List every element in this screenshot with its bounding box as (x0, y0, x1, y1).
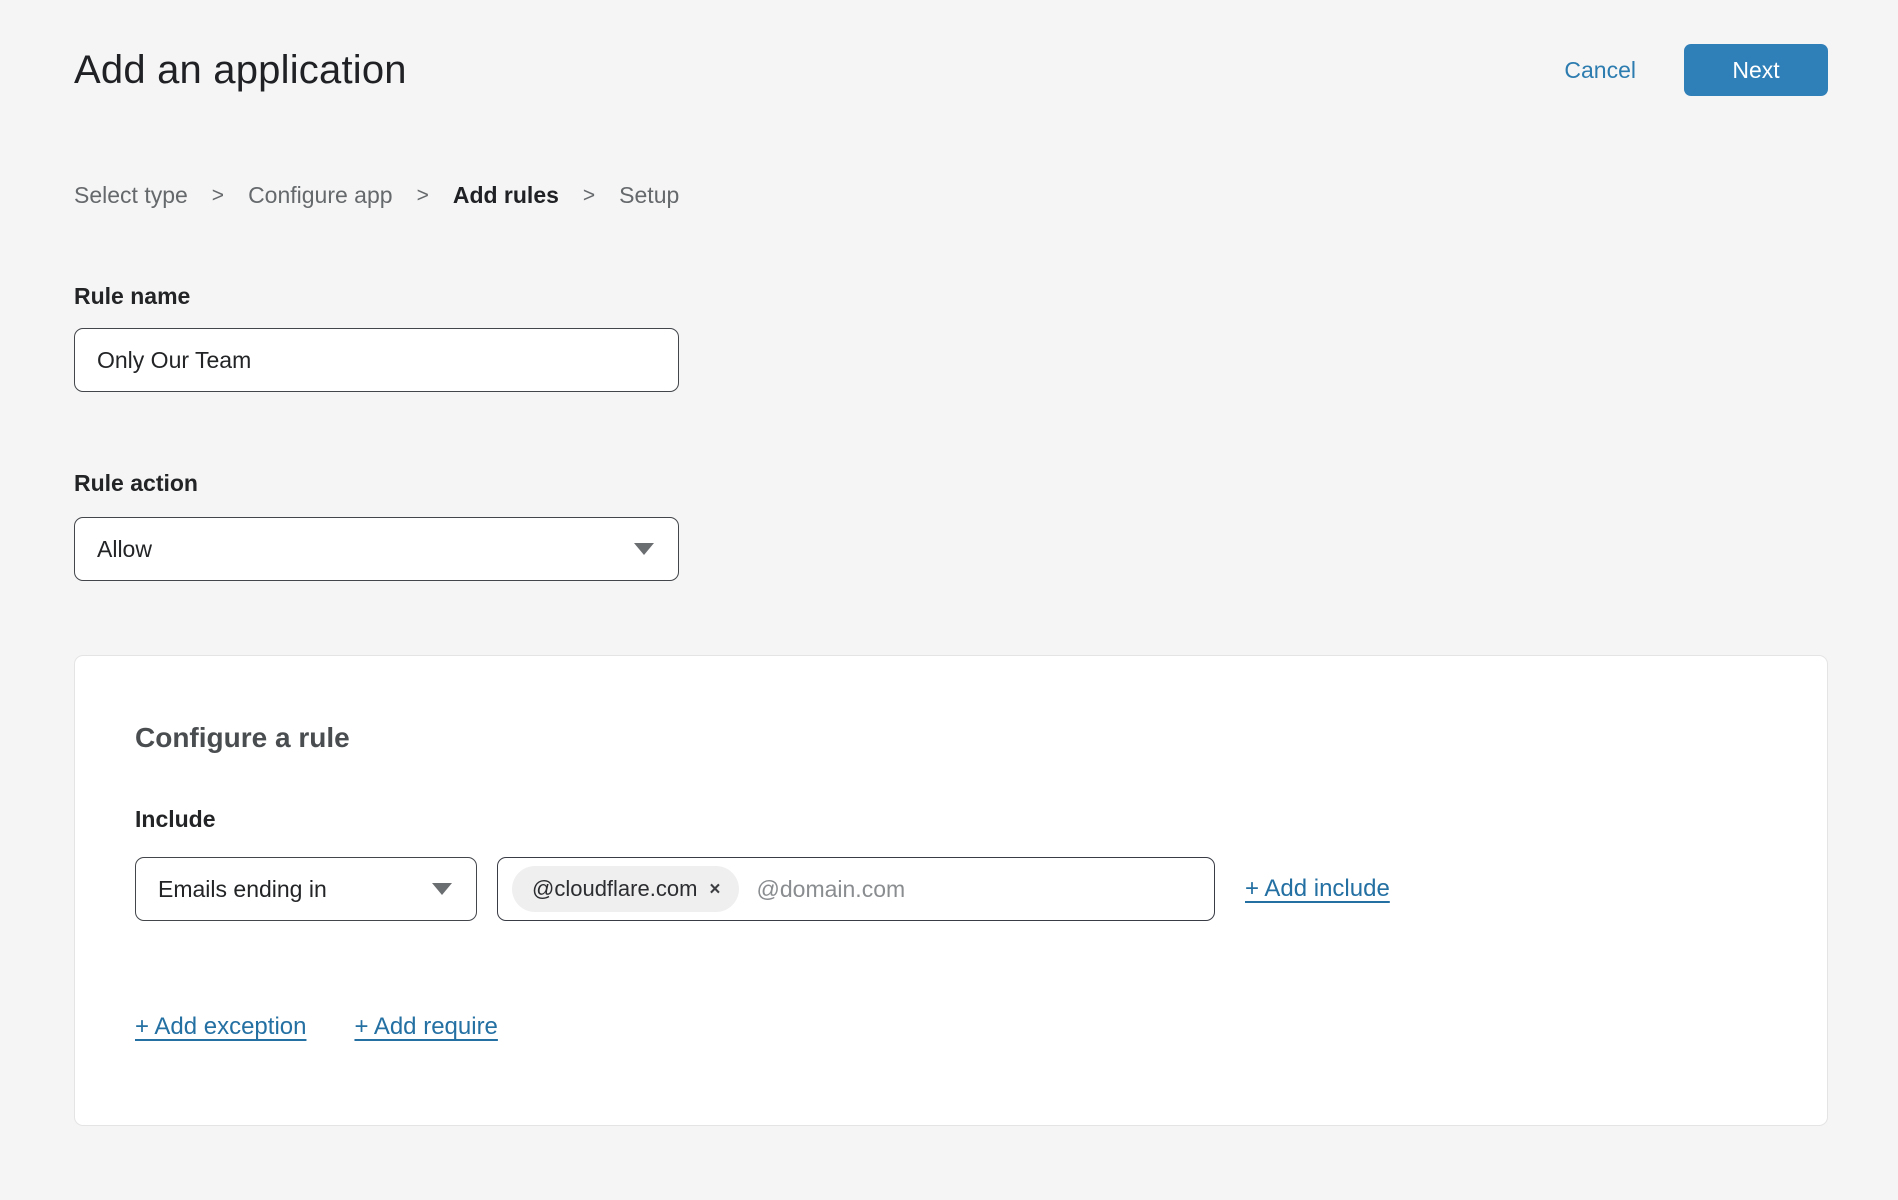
rule-action-field: Rule action Allow (74, 470, 1828, 581)
rule-action-label: Rule action (74, 470, 198, 496)
remove-chip-icon[interactable]: × (709, 880, 720, 899)
configure-rule-card: Configure a rule Include Emails ending i… (74, 655, 1828, 1126)
rule-action-select[interactable]: Allow (74, 517, 679, 581)
chevron-down-icon (432, 883, 452, 895)
rule-name-input[interactable] (74, 328, 679, 392)
breadcrumb-separator: > (417, 184, 429, 208)
next-button[interactable]: Next (1684, 44, 1828, 96)
cancel-button[interactable]: Cancel (1564, 57, 1636, 84)
chevron-down-icon (634, 543, 654, 555)
breadcrumb-step-setup[interactable]: Setup (619, 182, 679, 209)
breadcrumb-step-select-type[interactable]: Select type (74, 182, 188, 209)
page-header: Add an application Cancel Next (74, 44, 1828, 96)
email-domain-text-input[interactable] (757, 876, 1200, 903)
email-domain-chip-label: @cloudflare.com (532, 876, 697, 902)
add-exception-link[interactable]: + Add exception (135, 1013, 306, 1041)
breadcrumb-separator: > (212, 184, 224, 208)
include-criteria-select[interactable]: Emails ending in (135, 857, 477, 921)
breadcrumb-separator: > (583, 184, 595, 208)
include-label: Include (135, 806, 1767, 833)
rule-name-field: Rule name (74, 283, 1828, 392)
add-require-link[interactable]: + Add require (354, 1013, 497, 1041)
add-include-link[interactable]: + Add include (1245, 875, 1390, 903)
add-application-page: Add an application Cancel Next Select ty… (0, 0, 1898, 1126)
header-actions: Cancel Next (1564, 44, 1828, 96)
include-criteria-selected-value: Emails ending in (158, 876, 327, 903)
breadcrumb-step-add-rules[interactable]: Add rules (453, 182, 559, 209)
rule-extra-links: + Add exception + Add require (135, 1013, 1767, 1041)
breadcrumb: Select type > Configure app > Add rules … (74, 182, 1828, 209)
email-domains-input[interactable]: @cloudflare.com × (497, 857, 1215, 921)
page-title: Add an application (74, 48, 407, 93)
email-domain-chip: @cloudflare.com × (512, 866, 739, 912)
breadcrumb-step-configure-app[interactable]: Configure app (248, 182, 393, 209)
rule-action-selected-value: Allow (97, 536, 152, 563)
include-rule-row: Emails ending in @cloudflare.com × + Add… (135, 857, 1767, 921)
rule-name-label: Rule name (74, 283, 190, 309)
configure-rule-title: Configure a rule (135, 722, 1767, 754)
